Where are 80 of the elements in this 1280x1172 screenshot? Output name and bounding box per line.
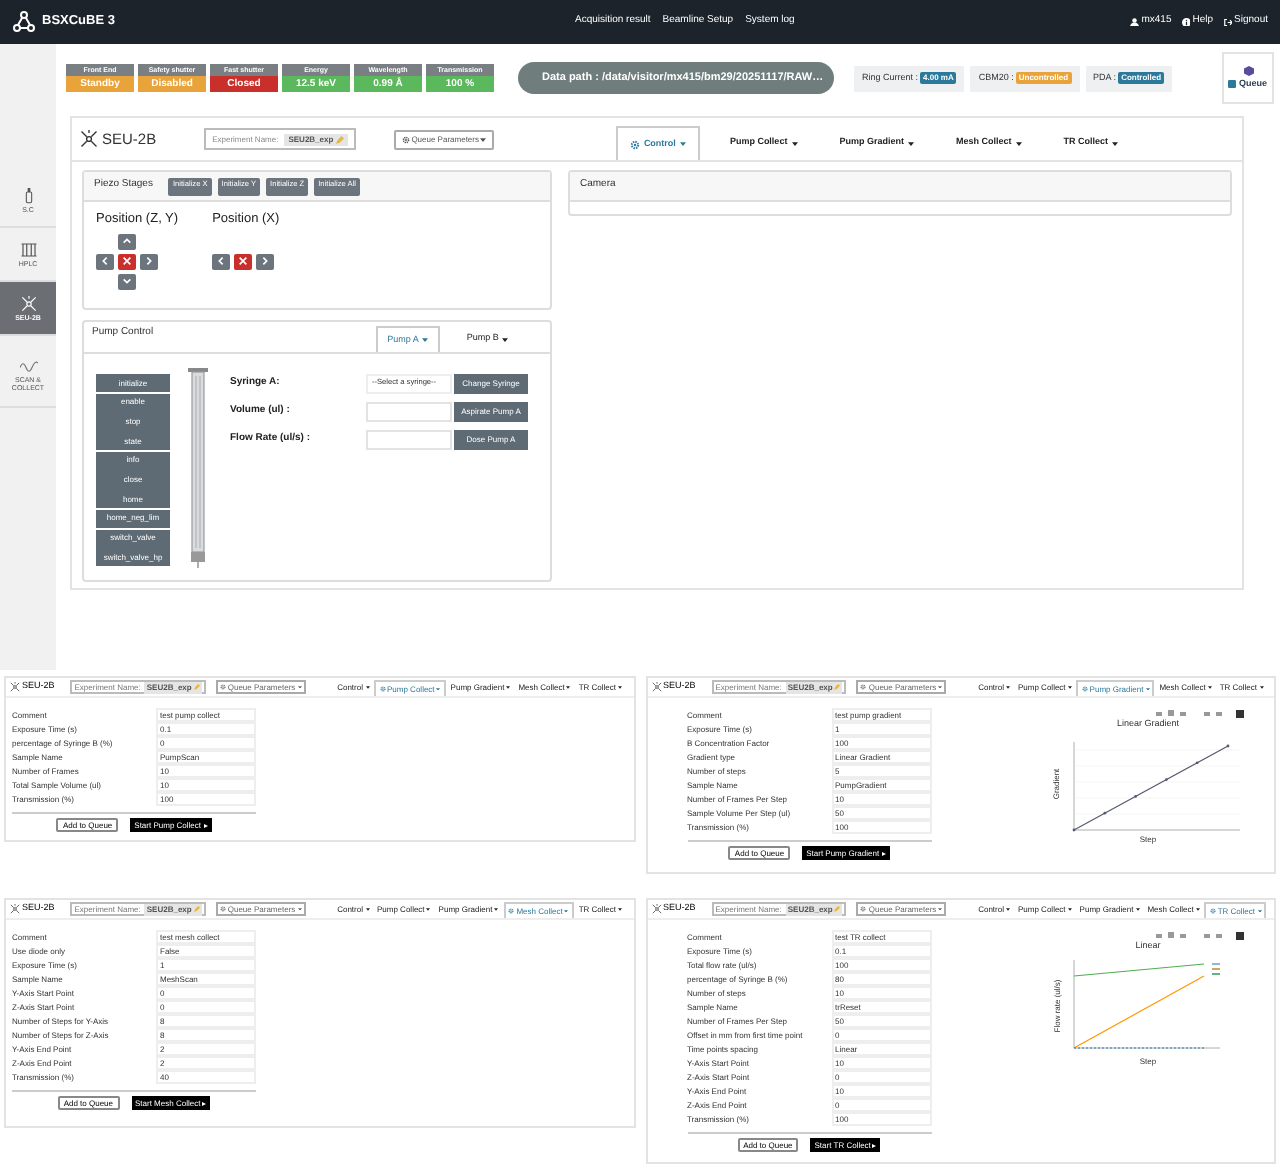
caret-icon <box>422 338 429 342</box>
chevron-icon <box>122 236 132 247</box>
right-button[interactable] <box>256 253 275 270</box>
caret-icon <box>1145 687 1150 691</box>
molecule-icon <box>651 682 661 692</box>
caret-icon <box>1015 141 1022 145</box>
chevron-icon <box>100 256 110 267</box>
cube-icon <box>1243 65 1253 76</box>
caret-icon <box>938 685 943 689</box>
chevron-icon <box>144 256 154 267</box>
input-field[interactable] <box>366 401 452 421</box>
caret-icon <box>1195 908 1200 912</box>
caret-icon <box>1112 141 1118 145</box>
settings-icon <box>860 906 867 912</box>
caret-icon <box>1135 908 1140 912</box>
molecule-icon <box>19 295 37 311</box>
left-button[interactable] <box>212 253 231 270</box>
caret-icon <box>566 686 571 690</box>
caret-icon <box>502 337 509 341</box>
settings-icon <box>629 139 640 149</box>
caret-icon <box>1067 908 1072 912</box>
caret-icon <box>1006 908 1010 912</box>
caret-icon <box>365 686 369 690</box>
wave-icon <box>19 357 37 373</box>
settings-icon <box>219 684 226 690</box>
caret-icon <box>297 907 302 911</box>
caret-icon <box>426 908 431 912</box>
settings-icon <box>508 908 515 914</box>
chevron-icon <box>260 256 271 267</box>
settings-icon <box>1209 908 1216 914</box>
stop-button[interactable] <box>234 253 253 270</box>
plot-toolbar-icon[interactable] <box>1156 932 1244 940</box>
user-icon <box>1130 17 1140 27</box>
pencil-icon <box>193 906 200 912</box>
plot-toolbar-icon[interactable] <box>1156 710 1244 718</box>
queue-icon <box>1228 80 1237 88</box>
stop-button[interactable] <box>118 253 136 270</box>
info-icon <box>1181 17 1191 27</box>
caret-icon <box>365 908 369 912</box>
settings-icon <box>401 135 410 143</box>
left-button[interactable] <box>96 253 114 270</box>
molecule-icon <box>651 904 661 914</box>
pencil-icon <box>834 906 841 912</box>
caret-icon <box>564 909 569 913</box>
caret-icon <box>1067 686 1072 690</box>
up-button[interactable] <box>118 233 136 250</box>
caret-icon <box>679 142 686 146</box>
settings-icon <box>219 906 226 912</box>
pencil-icon <box>335 135 344 143</box>
input-field[interactable] <box>366 429 452 449</box>
right-button[interactable] <box>140 253 158 270</box>
caret-icon <box>297 685 302 689</box>
down-button[interactable] <box>118 273 136 290</box>
caret-icon <box>907 141 914 145</box>
caret-icon <box>494 908 499 912</box>
molecule-icon <box>10 904 20 914</box>
logo-icon <box>12 10 36 34</box>
chevron-icon <box>122 276 132 287</box>
caret-icon <box>791 141 798 145</box>
caret-icon <box>480 137 487 141</box>
caret-icon <box>1259 686 1263 690</box>
caret-icon <box>506 686 511 690</box>
chevron-icon <box>216 256 227 267</box>
caret-icon <box>1006 686 1010 690</box>
signout-icon <box>1223 17 1233 27</box>
pencil-icon <box>834 684 841 690</box>
close-icon <box>238 256 249 267</box>
molecule-icon <box>80 130 98 148</box>
pencil-icon <box>193 684 200 690</box>
settings-icon <box>860 684 867 690</box>
settings-icon <box>1081 686 1088 692</box>
caret-icon <box>618 908 622 912</box>
caret-icon <box>618 686 622 690</box>
caret-icon <box>1207 686 1212 690</box>
close-icon <box>122 256 132 267</box>
caret-icon <box>938 907 943 911</box>
settings-icon <box>379 686 385 692</box>
caret-icon <box>436 687 441 691</box>
columns-icon <box>19 241 37 257</box>
molecule-icon <box>10 682 20 692</box>
